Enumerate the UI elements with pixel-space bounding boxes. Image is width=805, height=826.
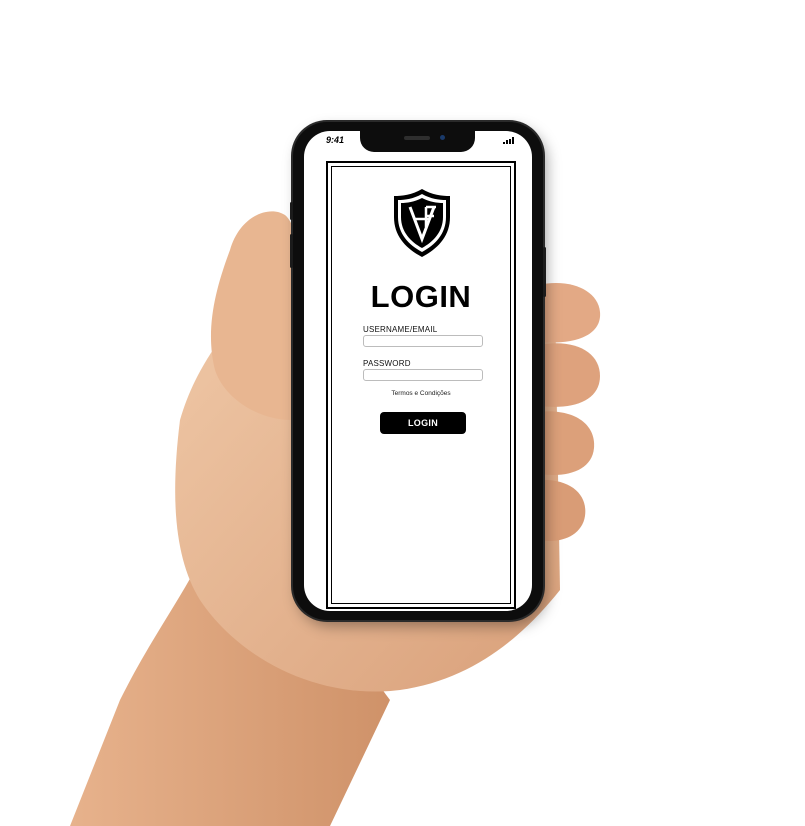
mockup-stage: 9:41 LOGIN USERNAME/EMAIL PASSWORD Termo… bbox=[0, 0, 805, 826]
mute-switch bbox=[290, 202, 293, 220]
phone-screen: 9:41 LOGIN USERNAME/EMAIL PASSWORD Termo… bbox=[304, 131, 532, 611]
password-label: PASSWORD bbox=[363, 359, 411, 368]
login-card-frame: LOGIN USERNAME/EMAIL PASSWORD Termos e C… bbox=[326, 161, 516, 609]
shield-crest-icon bbox=[394, 189, 450, 257]
phone-device: 9:41 LOGIN USERNAME/EMAIL PASSWORD Termo… bbox=[290, 122, 546, 620]
login-card: LOGIN USERNAME/EMAIL PASSWORD Termos e C… bbox=[331, 166, 511, 604]
username-input[interactable] bbox=[363, 335, 483, 347]
username-label: USERNAME/EMAIL bbox=[363, 325, 438, 334]
login-button[interactable]: LOGIN bbox=[380, 412, 466, 434]
power-button bbox=[543, 247, 546, 297]
status-time: 9:41 bbox=[326, 135, 345, 145]
front-camera bbox=[440, 135, 445, 140]
page-title: LOGIN bbox=[370, 279, 472, 314]
volume-up-button bbox=[290, 234, 293, 268]
signal-bars-icon bbox=[503, 137, 514, 144]
notch bbox=[360, 131, 475, 152]
password-input[interactable] bbox=[363, 369, 483, 381]
terms-link[interactable]: Termos e Condições bbox=[332, 390, 510, 397]
speaker-grille bbox=[404, 136, 430, 140]
